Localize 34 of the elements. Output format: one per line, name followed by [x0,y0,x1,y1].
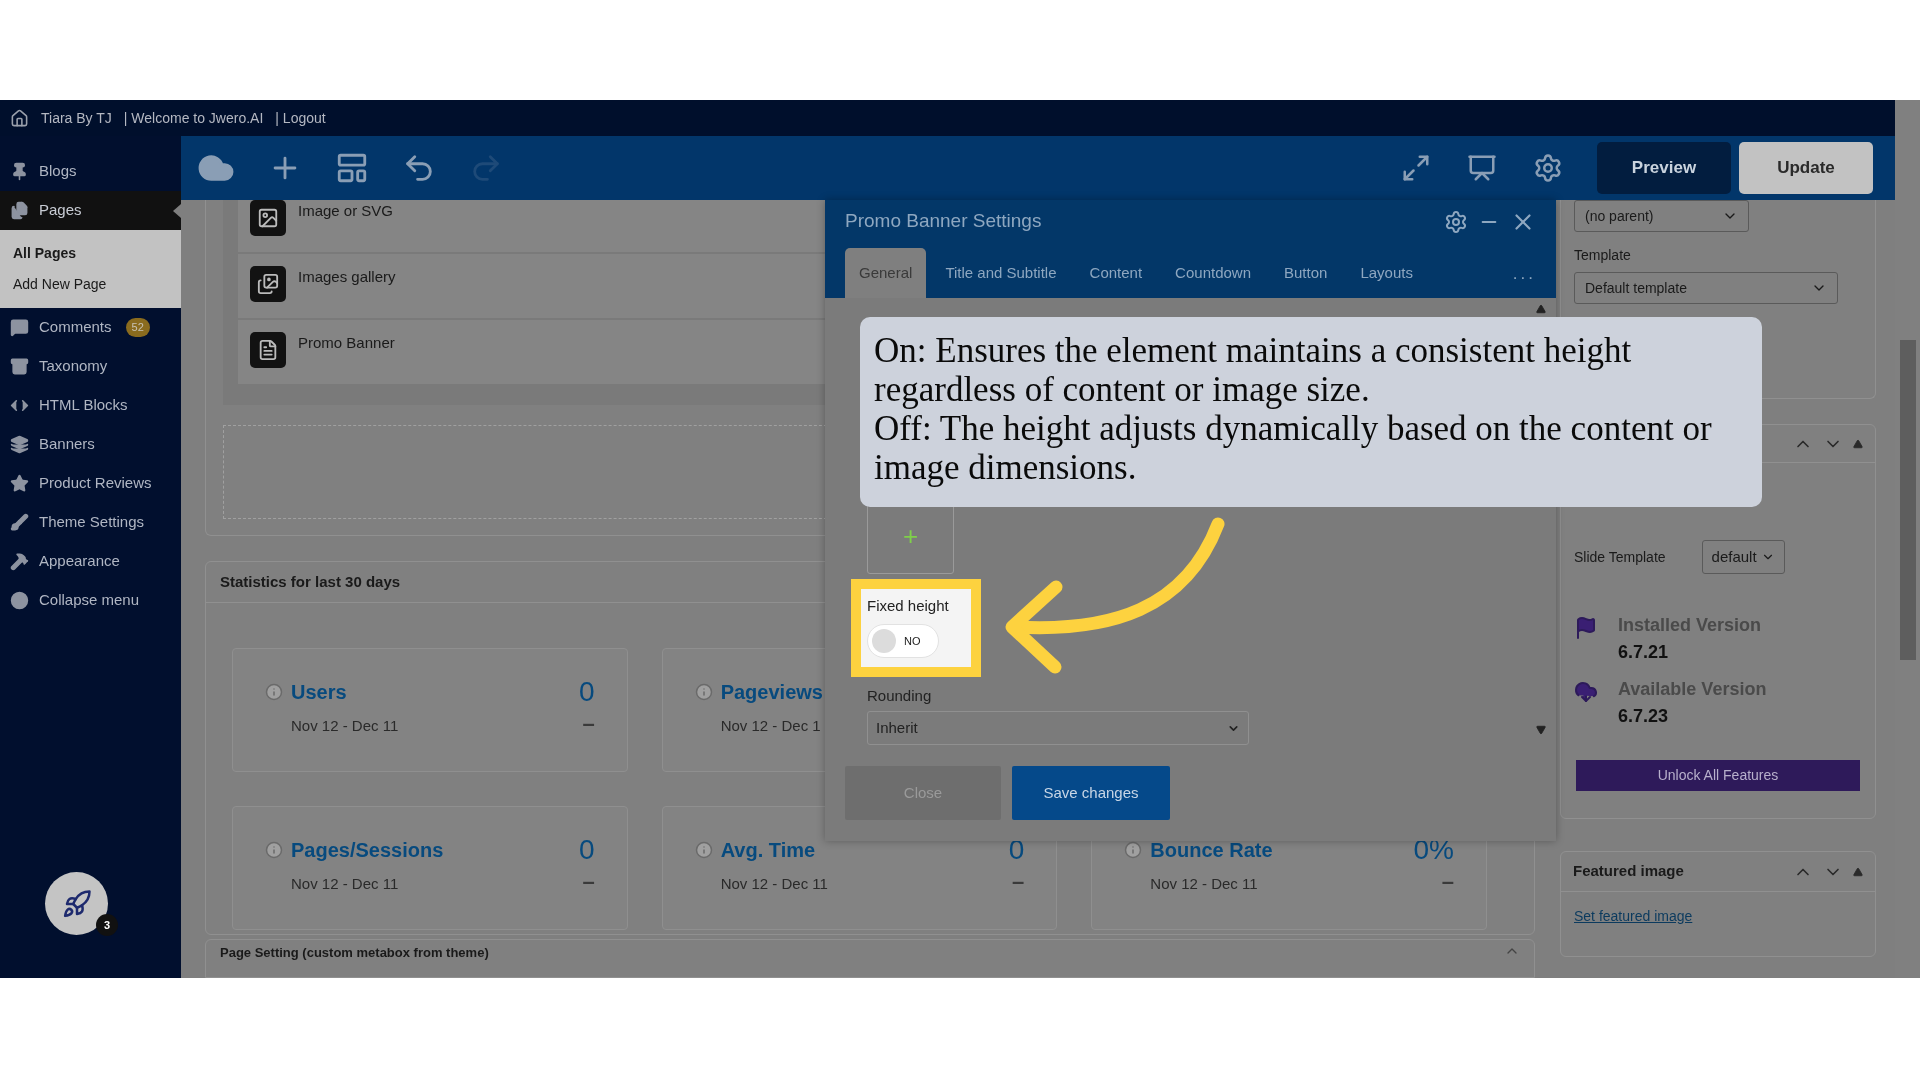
element-name: Promo Banner [298,333,395,353]
stat-label: Users [291,680,347,706]
field-label: Slide Template [1574,547,1666,567]
stat-change: – [1012,868,1025,897]
version-number: 6.7.23 [1618,705,1670,728]
stat-value: 0 [579,677,595,708]
version-number: 6.7.21 [1618,641,1670,664]
dialog-title: Promo Banner Settings [845,209,1042,234]
notification-badge: 3 [96,914,118,936]
card-title: Page Setting (custom metabox from theme) [220,943,489,962]
field-label: Rounding [867,685,932,706]
stat-label: Pageviews [720,680,823,706]
stat-label: Avg. Time [720,838,816,864]
date-range: Nov 12 - Dec 11 [1149,874,1259,895]
stat-label: Bounce Rate [1150,838,1273,864]
element-name: Images gallery [298,267,396,287]
date-range: Nov 12 - Dec 11 [290,874,400,895]
card-title: Statistics for last 30 days [220,571,401,592]
stat-value: 0% [1413,835,1454,866]
card-title: Featured image [1573,861,1684,882]
count-badge: 52 [125,318,150,337]
stat-change: – [582,710,595,739]
stat-change: – [582,868,595,897]
element-name: Image or SVG [298,201,394,221]
tooltip-text: Off: The height adjusts dynamically based on the content or image dimensions. [874,409,1713,487]
stat-change: – [1441,868,1454,897]
date-range: Nov 12 - Dec 11 [290,716,399,737]
date-range: Nov 12 - Dec 1 [719,716,822,737]
field-label: Fixed height [867,596,950,617]
field-label: Template [1574,246,1632,265]
tooltip-text: On: Ensures the element maintains a consistent height regardless of content or image size. [874,331,1633,409]
date-range: Nov 12 - Dec 11 [719,874,828,895]
stat-value: 0 [579,835,595,866]
stat-label: Pages/Sessions [291,838,444,864]
